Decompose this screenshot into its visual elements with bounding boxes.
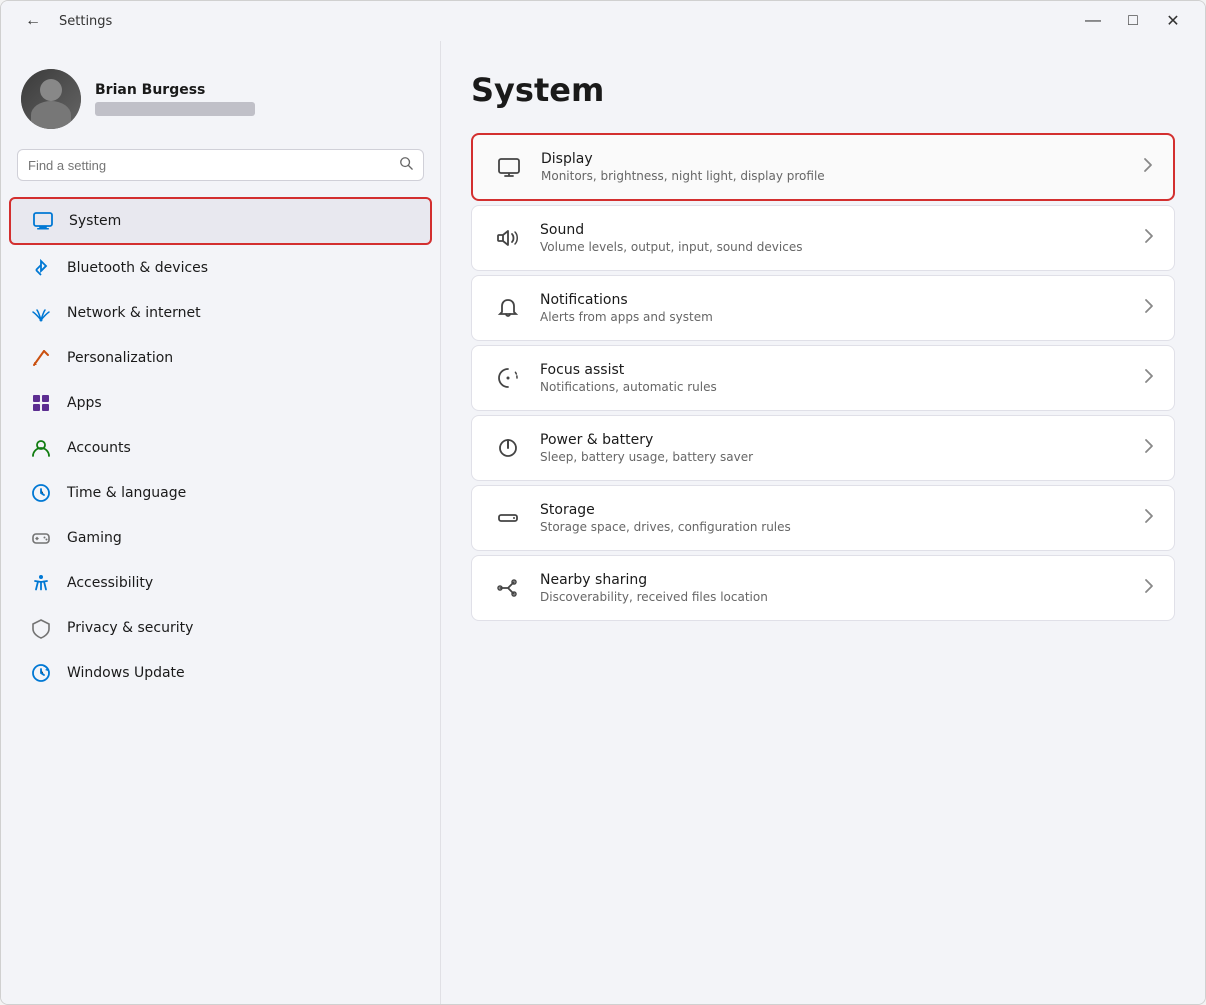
notifications-title: Notifications (540, 292, 1128, 308)
sidebar-item-personalization[interactable]: Personalization (9, 336, 432, 380)
display-icon (493, 151, 525, 183)
minimize-button[interactable]: — (1077, 7, 1109, 35)
sidebar-label-time: Time & language (67, 485, 186, 501)
settings-item-focus[interactable]: Focus assist Notifications, automatic rul… (471, 345, 1175, 411)
display-title: Display (541, 151, 1127, 167)
notifications-icon (492, 292, 524, 324)
apps-icon (29, 391, 53, 415)
sidebar-item-privacy[interactable]: Privacy & security (9, 606, 432, 650)
back-button[interactable]: ← (17, 8, 49, 34)
user-name: Brian Burgess (95, 82, 255, 98)
power-icon (492, 432, 524, 464)
settings-item-nearby[interactable]: Nearby sharing Discoverability, received … (471, 555, 1175, 621)
titlebar-controls: — □ ✕ (1077, 7, 1189, 35)
user-info: Brian Burgess (95, 82, 255, 116)
page-title: System (471, 71, 1175, 109)
nearby-chevron-icon (1144, 578, 1154, 598)
notifications-chevron-icon (1144, 298, 1154, 318)
focus-chevron-icon (1144, 368, 1154, 388)
sound-icon (492, 222, 524, 254)
nav-list: System Bluetooth & devices Network & inter… (1, 197, 440, 695)
user-section: Brian Burgess (1, 57, 440, 149)
sidebar-item-accounts[interactable]: Accounts (9, 426, 432, 470)
nearby-title: Nearby sharing (540, 572, 1128, 588)
settings-list: Display Monitors, brightness, night light… (471, 133, 1175, 621)
gaming-icon (29, 526, 53, 550)
focus-title: Focus assist (540, 362, 1128, 378)
sidebar-item-apps[interactable]: Apps (9, 381, 432, 425)
avatar (21, 69, 81, 129)
maximize-button[interactable]: □ (1117, 7, 1149, 35)
sidebar-item-network[interactable]: Network & internet (9, 291, 432, 335)
titlebar-left: ← Settings (17, 8, 112, 34)
sidebar-item-system[interactable]: System (9, 197, 432, 245)
sidebar-label-network: Network & internet (67, 305, 201, 321)
display-description: Monitors, brightness, night light, displ… (541, 169, 1127, 183)
sidebar-label-accounts: Accounts (67, 440, 131, 456)
accounts-icon (29, 436, 53, 460)
sidebar: Brian Burgess System Bluetooth & devices N… (1, 41, 441, 1004)
storage-description: Storage space, drives, configuration rul… (540, 520, 1128, 534)
focus-description: Notifications, automatic rules (540, 380, 1128, 394)
sidebar-label-update: Windows Update (67, 665, 185, 681)
sidebar-item-update[interactable]: Windows Update (9, 651, 432, 695)
main-content: Brian Burgess System Bluetooth & devices N… (1, 41, 1205, 1004)
sidebar-item-time[interactable]: Time & language (9, 471, 432, 515)
right-panel: System Display Monitors, brightness, nigh… (441, 41, 1205, 1004)
system-icon (31, 209, 55, 233)
sidebar-label-personalization: Personalization (67, 350, 173, 366)
privacy-icon (29, 616, 53, 640)
accessibility-icon (29, 571, 53, 595)
sidebar-label-accessibility: Accessibility (67, 575, 153, 591)
sound-description: Volume levels, output, input, sound devi… (540, 240, 1128, 254)
search-icon (399, 156, 413, 174)
sidebar-label-apps: Apps (67, 395, 102, 411)
settings-item-power[interactable]: Power & battery Sleep, battery usage, bat… (471, 415, 1175, 481)
network-icon (29, 301, 53, 325)
sidebar-item-gaming[interactable]: Gaming (9, 516, 432, 560)
storage-chevron-icon (1144, 508, 1154, 528)
storage-title: Storage (540, 502, 1128, 518)
nearby-icon (492, 572, 524, 604)
storage-icon (492, 502, 524, 534)
sidebar-label-gaming: Gaming (67, 530, 122, 546)
close-button[interactable]: ✕ (1157, 7, 1189, 35)
power-title: Power & battery (540, 432, 1128, 448)
power-chevron-icon (1144, 438, 1154, 458)
notifications-description: Alerts from apps and system (540, 310, 1128, 324)
search-box[interactable] (17, 149, 424, 181)
sidebar-label-system: System (69, 213, 121, 229)
notifications-text: Notifications Alerts from apps and system (540, 292, 1128, 324)
search-input[interactable] (28, 158, 391, 173)
sidebar-item-accessibility[interactable]: Accessibility (9, 561, 432, 605)
power-text: Power & battery Sleep, battery usage, bat… (540, 432, 1128, 464)
focus-text: Focus assist Notifications, automatic rul… (540, 362, 1128, 394)
app-title: Settings (59, 14, 112, 29)
sidebar-label-privacy: Privacy & security (67, 620, 193, 636)
display-chevron-icon (1143, 157, 1153, 177)
avatar-image (21, 69, 81, 129)
sound-title: Sound (540, 222, 1128, 238)
storage-text: Storage Storage space, drives, configurat… (540, 502, 1128, 534)
sidebar-label-bluetooth: Bluetooth & devices (67, 260, 208, 276)
sidebar-item-bluetooth[interactable]: Bluetooth & devices (9, 246, 432, 290)
focus-icon (492, 362, 524, 394)
user-email-bar (95, 102, 255, 116)
settings-item-display[interactable]: Display Monitors, brightness, night light… (471, 133, 1175, 201)
titlebar: ← Settings — □ ✕ (1, 1, 1205, 41)
display-text: Display Monitors, brightness, night light… (541, 151, 1127, 183)
nearby-description: Discoverability, received files location (540, 590, 1128, 604)
settings-item-sound[interactable]: Sound Volume levels, output, input, sound… (471, 205, 1175, 271)
nearby-text: Nearby sharing Discoverability, received … (540, 572, 1128, 604)
sound-text: Sound Volume levels, output, input, sound… (540, 222, 1128, 254)
settings-item-storage[interactable]: Storage Storage space, drives, configurat… (471, 485, 1175, 551)
personalization-icon (29, 346, 53, 370)
sound-chevron-icon (1144, 228, 1154, 248)
bluetooth-icon (29, 256, 53, 280)
power-description: Sleep, battery usage, battery saver (540, 450, 1128, 464)
time-icon (29, 481, 53, 505)
update-icon (29, 661, 53, 685)
settings-window: ← Settings — □ ✕ Brian Burgess (0, 0, 1206, 1005)
settings-item-notifications[interactable]: Notifications Alerts from apps and system (471, 275, 1175, 341)
